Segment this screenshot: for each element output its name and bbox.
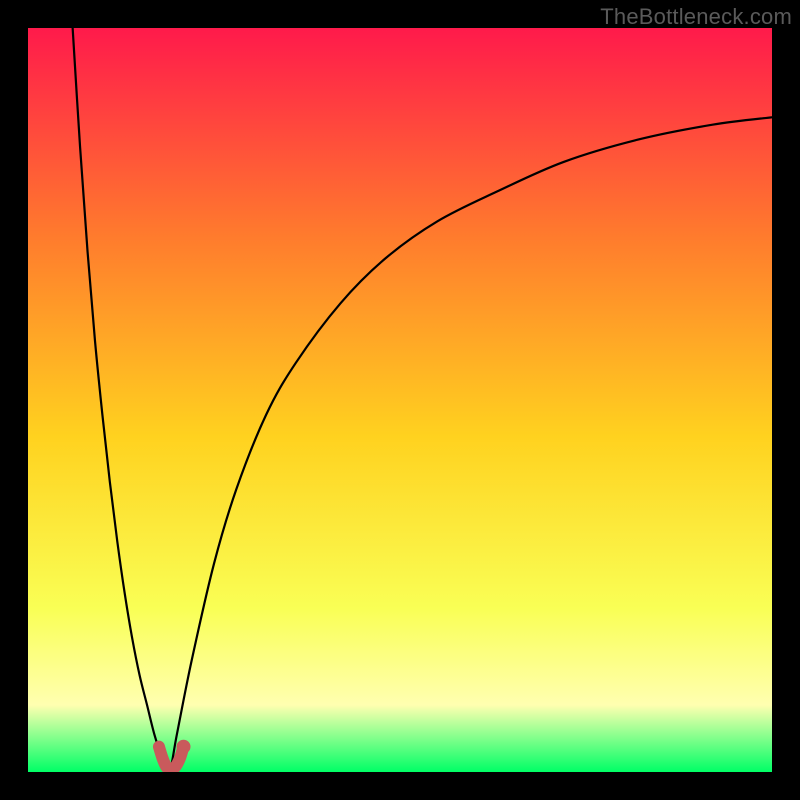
u-marker-dot	[177, 740, 191, 754]
plot-svg	[28, 28, 772, 772]
watermark-text: TheBottleneck.com	[600, 4, 792, 30]
gradient-background	[28, 28, 772, 772]
chart-frame: TheBottleneck.com	[0, 0, 800, 800]
plot-area	[28, 28, 772, 772]
